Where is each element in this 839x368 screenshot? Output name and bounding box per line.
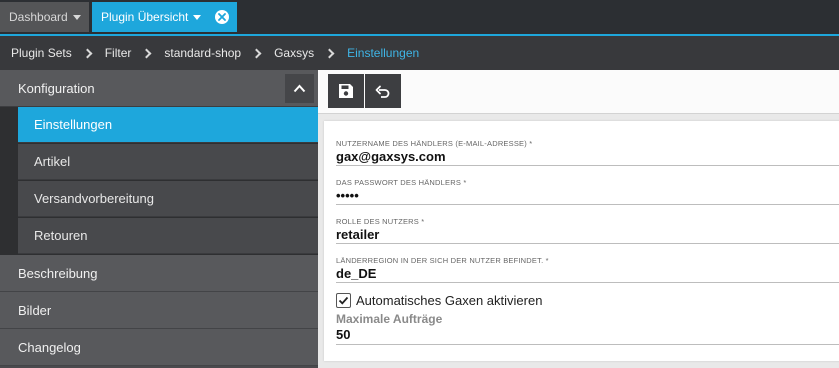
- merchant-password-field[interactable]: DAS PASSWORT DES HÄNDLERS * •••••: [336, 177, 839, 205]
- max-orders-underline: [336, 344, 839, 345]
- country-region-input[interactable]: de_DE: [336, 266, 839, 282]
- merchant-username-field[interactable]: NUTZERNAME DES HÄNDLERS (E-MAIL-ADRESSE)…: [336, 138, 839, 166]
- auto-gaxen-checkbox-row[interactable]: Automatisches Gaxen aktivieren: [336, 291, 542, 309]
- user-role-field[interactable]: ROLLE DES NUTZERS * retailer: [336, 216, 839, 244]
- sidebar-item-bilder[interactable]: Bilder: [0, 292, 318, 329]
- max-orders-input[interactable]: 50: [336, 327, 350, 342]
- sidebar-item-changelog[interactable]: Changelog: [0, 329, 318, 366]
- auto-gaxen-label: Automatisches Gaxen aktivieren: [356, 292, 543, 308]
- user-role-label: ROLLE DES NUTZERS *: [336, 217, 425, 226]
- close-icon[interactable]: [215, 10, 229, 24]
- toolbar: [318, 70, 839, 114]
- checkmark-icon: [338, 296, 349, 305]
- auto-gaxen-checkbox[interactable]: [336, 292, 351, 308]
- sidebar: Konfiguration Einstellungen Artikel Vers…: [0, 70, 318, 368]
- sidebar-submenu: Einstellungen Artikel Versandvorbereitun…: [0, 107, 318, 255]
- undo-button[interactable]: [365, 74, 401, 108]
- main-content: NUTZERNAME DES HÄNDLERS (E-MAIL-ADRESSE)…: [318, 70, 839, 368]
- user-role-input[interactable]: retailer: [336, 227, 839, 243]
- sidebar-item-artikel[interactable]: Artikel: [18, 144, 318, 180]
- sidebar-item-label: Bilder: [18, 302, 52, 318]
- chevron-down-icon[interactable]: [72, 14, 81, 20]
- chevron-right-icon: [141, 48, 152, 58]
- sidebar-item-label: Versandvorbereitung: [34, 191, 154, 206]
- sidebar-section-label: Konfiguration: [18, 80, 95, 96]
- sidebar-item-label: Retouren: [34, 228, 88, 243]
- sidebar-item-beschreibung[interactable]: Beschreibung: [0, 255, 318, 292]
- breadcrumb-item-einstellungen[interactable]: Einstellungen: [347, 46, 419, 60]
- settings-form: NUTZERNAME DES HÄNDLERS (E-MAIL-ADRESSE)…: [324, 121, 839, 361]
- breadcrumb-item-filter[interactable]: Filter: [105, 46, 132, 60]
- tab-plugin-overview-label: Plugin Übersicht: [101, 10, 189, 24]
- country-region-field[interactable]: LÄNDERREGION IN DER SICH DER NUTZER BEFI…: [336, 255, 839, 283]
- country-region-label: LÄNDERREGION IN DER SICH DER NUTZER BEFI…: [336, 256, 549, 265]
- breadcrumb-item-standard-shop[interactable]: standard-shop: [164, 46, 241, 60]
- sidebar-item-einstellungen[interactable]: Einstellungen: [18, 107, 318, 143]
- sidebar-item-versandvorbereitung[interactable]: Versandvorbereitung: [18, 181, 318, 217]
- breadcrumb: Plugin Sets Filter standard-shop Gaxsys …: [0, 34, 839, 70]
- chevron-down-icon[interactable]: [193, 14, 202, 20]
- sidebar-item-retouren[interactable]: Retouren: [18, 218, 318, 254]
- chevron-right-icon: [82, 48, 93, 58]
- chevron-right-icon: [324, 48, 335, 58]
- tab-dashboard[interactable]: Dashboard: [0, 2, 89, 32]
- merchant-username-label: NUTZERNAME DES HÄNDLERS (E-MAIL-ADRESSE)…: [336, 139, 533, 148]
- undo-icon: [375, 85, 390, 98]
- merchant-password-input[interactable]: •••••: [336, 188, 839, 204]
- merchant-username-input[interactable]: gax@gaxsys.com: [336, 149, 839, 165]
- breadcrumb-item-gaxsys[interactable]: Gaxsys: [274, 46, 314, 60]
- merchant-password-label: DAS PASSWORT DES HÄNDLERS *: [336, 178, 467, 187]
- sidebar-item-label: Artikel: [34, 154, 71, 169]
- max-orders-label: Maximale Aufträge: [336, 312, 443, 326]
- save-icon: [339, 84, 353, 98]
- sidebar-section-konfiguration[interactable]: Konfiguration: [0, 70, 318, 107]
- sidebar-item-label: Beschreibung: [18, 265, 98, 281]
- save-button[interactable]: [328, 74, 364, 108]
- tab-dashboard-label: Dashboard: [9, 10, 68, 24]
- collapse-button[interactable]: [285, 74, 314, 103]
- tab-bar: Dashboard Plugin Übersicht: [0, 0, 839, 34]
- chevron-right-icon: [251, 48, 262, 58]
- tab-plugin-overview[interactable]: Plugin Übersicht: [92, 2, 237, 32]
- breadcrumb-item-plugin-sets[interactable]: Plugin Sets: [11, 46, 72, 60]
- sidebar-item-label: Einstellungen: [34, 117, 113, 132]
- sidebar-item-label: Changelog: [18, 339, 81, 355]
